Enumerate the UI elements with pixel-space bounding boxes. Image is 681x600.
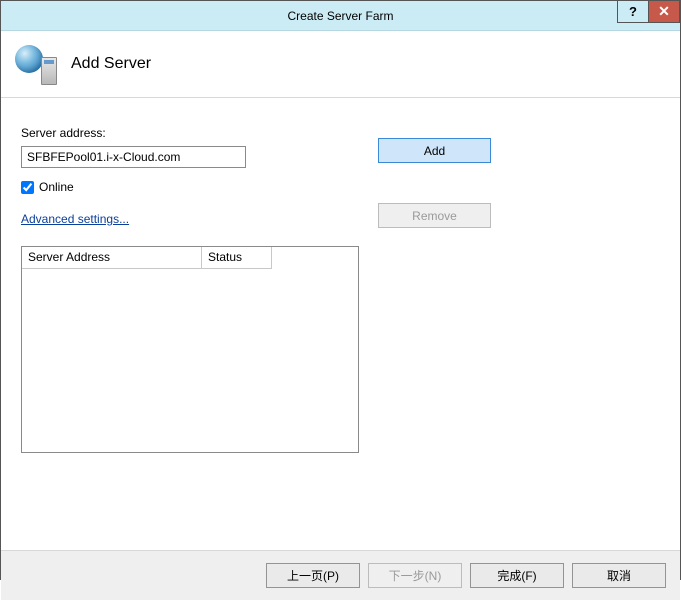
online-checkbox[interactable] [21,181,34,194]
server-farm-icon [15,43,57,85]
dialog-header: Add Server [1,31,680,98]
window-title: Create Server Farm [287,9,393,23]
side-action-buttons: Add Remove [378,138,491,228]
finish-button[interactable]: 完成(F) [470,563,564,588]
server-address-label: Server address: [21,126,660,140]
next-button: 下一步(N) [368,563,462,588]
add-button[interactable]: Add [378,138,491,163]
page-title: Add Server [71,55,151,73]
list-header: Server Address Status [22,247,358,269]
server-list[interactable]: Server Address Status [21,246,359,453]
remove-button: Remove [378,203,491,228]
content-area: Server address: Online Advanced settings… [1,98,680,550]
previous-button[interactable]: 上一页(P) [266,563,360,588]
dialog-footer: 上一页(P) 下一步(N) 完成(F) 取消 [1,550,680,600]
online-checkbox-row: Online [21,180,660,194]
column-status[interactable]: Status [202,247,272,269]
column-server-address[interactable]: Server Address [22,247,202,269]
help-button[interactable]: ? [617,1,649,23]
cancel-button[interactable]: 取消 [572,563,666,588]
online-label: Online [39,180,74,194]
titlebar: Create Server Farm ? ✕ [1,1,680,31]
advanced-settings-link[interactable]: Advanced settings... [21,212,129,226]
close-button[interactable]: ✕ [648,1,680,23]
titlebar-buttons: ? ✕ [618,1,680,23]
server-address-input[interactable] [21,146,246,168]
